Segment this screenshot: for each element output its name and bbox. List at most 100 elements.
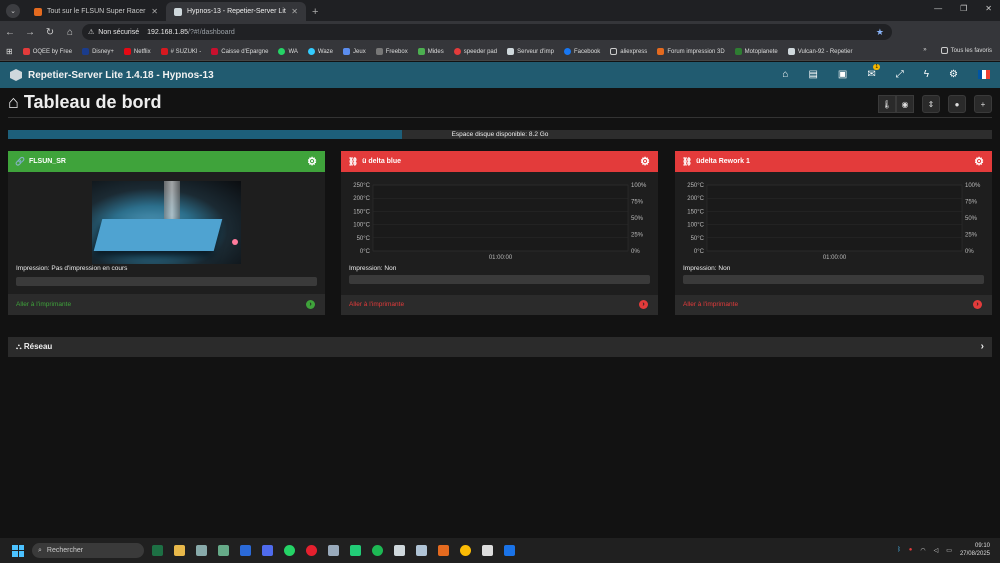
close-window-button[interactable]: ✕	[985, 4, 992, 13]
excel-icon[interactable]	[152, 545, 163, 556]
network-panel-header[interactable]: ⛬ Réseau ›	[8, 337, 992, 357]
url-path: /?#!/dashboard	[188, 28, 235, 36]
new-tab-button[interactable]: +	[312, 6, 318, 18]
goto-printer-link[interactable]: Aller à l'imprimante ›	[341, 295, 658, 315]
tab-search-button[interactable]: ⌄	[6, 4, 20, 18]
bookmark-star-icon[interactable]: ★	[876, 27, 884, 38]
back-button[interactable]: ←	[0, 27, 20, 38]
repetier-icon[interactable]	[394, 545, 405, 556]
bluetooth-icon[interactable]: ᛒ	[897, 547, 901, 553]
fullscreen-icon[interactable]: ⤢	[896, 69, 904, 80]
home-icon[interactable]: ⌂	[782, 69, 788, 80]
bookmark-item[interactable]: # SUZUKI -	[160, 48, 201, 55]
app-icon[interactable]	[218, 545, 229, 556]
webcam-image[interactable]	[92, 181, 241, 264]
printer-settings-gear-icon[interactable]: ⚙	[640, 155, 650, 168]
bookmark-item[interactable]: Disney+	[82, 48, 114, 55]
repetier-logo-icon	[10, 69, 22, 81]
gcode-list-icon[interactable]: ▤	[808, 69, 817, 80]
printer-settings-gear-icon[interactable]: ⚙	[307, 155, 317, 168]
messages-icon[interactable]: ✉ 1	[867, 64, 881, 80]
status-toggle-button[interactable]: ●	[948, 95, 966, 113]
app-icon[interactable]	[482, 545, 493, 556]
add-printer-button[interactable]: +	[974, 95, 992, 113]
tablet-icon[interactable]: ▣	[838, 69, 847, 80]
goto-printer-link[interactable]: Aller à l'imprimante ›	[675, 295, 992, 315]
camera-icon[interactable]	[328, 545, 339, 556]
app-icon[interactable]	[350, 545, 361, 556]
bookmark-folder[interactable]: aliexpress	[610, 48, 647, 55]
wifi-icon[interactable]: ◠	[920, 547, 925, 554]
slicer-icon[interactable]	[438, 545, 449, 556]
warning-icon[interactable]: ⚠	[88, 28, 94, 36]
goto-printer-link[interactable]: Aller à l'imprimante ›	[8, 294, 325, 315]
tab-title: Hypnos-13 - Repetier-Server Lit	[187, 8, 286, 15]
y-right-tick-label: 75%	[631, 200, 644, 206]
home-icon: ⌂	[8, 92, 19, 112]
printer-card-header[interactable]: 🔗 FLSUN_SR ⚙	[8, 151, 325, 172]
spotify-icon[interactable]	[372, 545, 383, 556]
bookmark-item[interactable]: Waze	[307, 48, 333, 55]
chrome-icon[interactable]	[460, 545, 471, 556]
print-status: Impression: Pas d'impression en cours	[16, 265, 128, 272]
bookmark-item[interactable]: Caisse d'Epargne	[211, 48, 268, 55]
bookmark-item[interactable]: Netflix	[123, 48, 151, 55]
bookmark-item[interactable]: Vulcan-92 - Repetier	[787, 48, 853, 55]
bookmark-item[interactable]: WA	[278, 48, 298, 55]
repetier-host-icon[interactable]	[416, 545, 427, 556]
printer-card-header[interactable]: ⛓ ü delta blue ⚙	[341, 151, 658, 172]
printer-card-header[interactable]: ⛓ üdelta Rework 1 ⚙	[675, 151, 992, 172]
more-bookmarks-button[interactable]: »	[923, 47, 926, 54]
bookmark-item[interactable]: Jeux	[343, 48, 366, 55]
temperature-view-button[interactable]: 🌡	[878, 95, 896, 113]
language-flag-icon[interactable]	[978, 70, 990, 79]
battery-icon[interactable]: ▭	[946, 547, 952, 554]
arrow-right-icon: ›	[639, 300, 648, 309]
webcam-view-button[interactable]: ◉	[896, 95, 914, 113]
apps-grid-icon[interactable]: ⊞	[6, 47, 13, 56]
bookmark-item[interactable]: Facebook	[563, 48, 600, 55]
opera-icon[interactable]	[306, 545, 317, 556]
arrow-right-icon: ›	[306, 300, 315, 309]
app-icon[interactable]	[262, 545, 273, 556]
all-bookmarks-folder[interactable]: Tous les favoris	[940, 47, 992, 54]
app-icon[interactable]	[196, 545, 207, 556]
bookmark-item[interactable]: Forum impression 3D	[657, 48, 725, 55]
tray-app-icon[interactable]: ●	[909, 547, 913, 553]
app-icon[interactable]	[504, 545, 515, 556]
file-explorer-icon[interactable]	[174, 545, 185, 556]
taskbar-search-input[interactable]: ⌕ Rechercher	[32, 543, 144, 558]
windows-start-icon[interactable]	[12, 544, 24, 557]
bookmark-item[interactable]: OQEE by Free	[22, 48, 72, 55]
bookmark-item[interactable]: Serveur d'imp	[507, 48, 554, 55]
home-button[interactable]: ⌂	[60, 27, 80, 38]
printer-settings-gear-icon[interactable]: ⚙	[974, 155, 984, 168]
maximize-window-button[interactable]: ❐	[960, 4, 967, 13]
close-tab-icon[interactable]: ✕	[291, 7, 298, 16]
reload-button[interactable]: ↻	[40, 27, 60, 38]
search-icon: ⌕	[38, 546, 42, 554]
url-input[interactable]: ⚠ Non sécurisé 192.168.1.85 /?#!/dashboa…	[82, 24, 892, 40]
address-bar-row: ← → ↻ ⌂ ⚠ Non sécurisé 192.168.1.85 /?#!…	[0, 21, 1000, 58]
volume-icon[interactable]: ◁	[934, 547, 939, 554]
bookmark-item[interactable]: Freebox	[375, 48, 408, 55]
sort-button[interactable]: ⇕	[922, 95, 940, 113]
settings-gear-icon[interactable]: ⚙	[949, 69, 958, 80]
forward-button[interactable]: →	[20, 27, 40, 38]
browser-tab-0[interactable]: Tout sur le FLSUN Super Racer ✕	[26, 2, 166, 21]
broken-link-icon: ⛓	[348, 157, 359, 166]
chevron-right-icon[interactable]: ›	[981, 337, 984, 357]
printer-name: ü delta blue	[362, 158, 402, 165]
bookmark-item[interactable]: Mides	[417, 48, 444, 55]
minimize-window-button[interactable]: —	[934, 4, 942, 13]
power-icon[interactable]: ϟ	[924, 69, 929, 80]
system-clock[interactable]: 09:10 27/08/2025	[960, 542, 990, 558]
bookmark-item[interactable]: Motoplanete	[734, 48, 778, 55]
bookmark-item[interactable]: speeder pad	[453, 48, 497, 55]
whatsapp-icon[interactable]	[284, 545, 295, 556]
security-label[interactable]: Non sécurisé	[98, 29, 139, 36]
app-icon[interactable]	[240, 545, 251, 556]
close-tab-icon[interactable]: ✕	[151, 7, 158, 16]
y-right-tick-label: 25%	[631, 233, 644, 239]
browser-tab-1[interactable]: Hypnos-13 - Repetier-Server Lit ✕	[166, 2, 306, 21]
